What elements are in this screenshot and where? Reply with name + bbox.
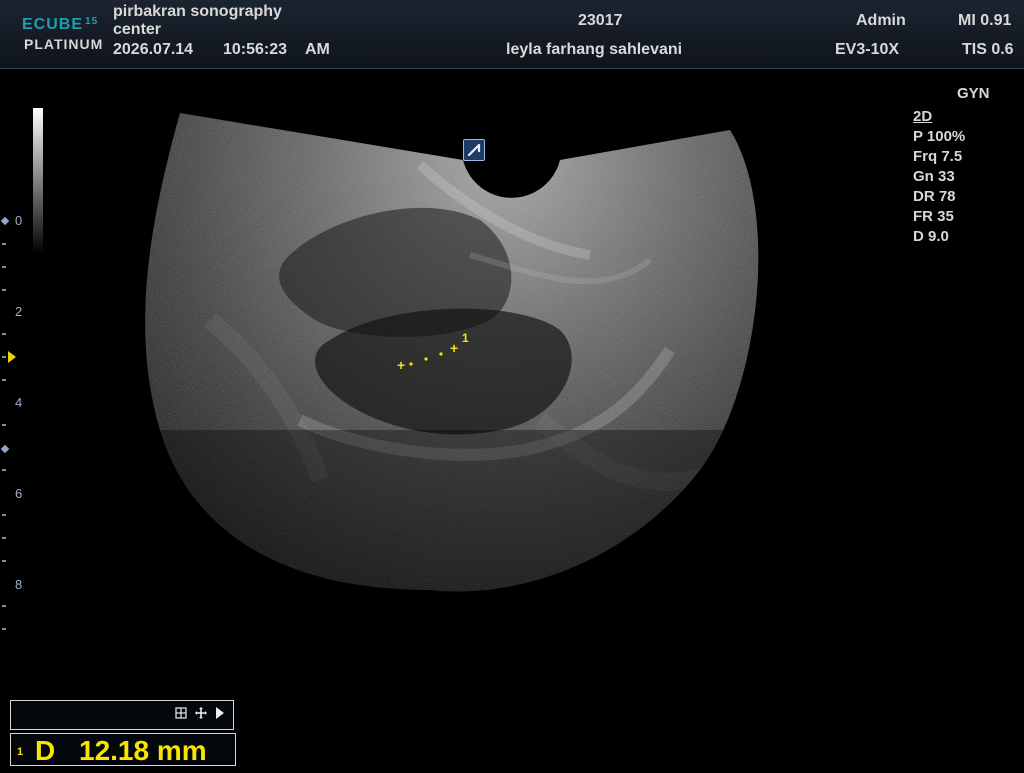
- measurement-index: 1: [17, 746, 24, 758]
- param-power: P 100%: [913, 128, 966, 145]
- mode-label: 2D: [913, 108, 933, 125]
- preset-label: GYN: [957, 85, 990, 102]
- exam-date: 2026.07.14: [113, 41, 194, 58]
- grid-glyph: [175, 707, 187, 719]
- svg-text:+: +: [450, 340, 458, 356]
- patient-id: 23017: [578, 12, 623, 29]
- move-icon[interactable]: [195, 707, 207, 719]
- depth-tick: [2, 379, 6, 381]
- mechanical-index: MI 0.91: [958, 12, 1012, 29]
- probe-orientation-icon: [463, 139, 485, 161]
- brand-number: 15: [85, 16, 99, 27]
- patient-name: leyla farhang sahlevani: [506, 41, 683, 58]
- param-gain: Gn 33: [913, 168, 955, 185]
- svg-text:+: +: [397, 357, 405, 373]
- focus-marker-icon[interactable]: [8, 351, 16, 363]
- operator-name: Admin: [856, 12, 906, 29]
- header-bar: ECUBE 15 PLATINUM pirbakran sonography ce…: [0, 0, 1024, 69]
- depth-tick: [2, 266, 6, 268]
- arrow-right-glyph: [216, 707, 224, 719]
- measurement-type: D: [35, 735, 56, 766]
- probe-orientation-glyph: [467, 143, 481, 157]
- grid-icon[interactable]: [175, 707, 187, 719]
- depth-label-2: 2: [15, 304, 23, 319]
- param-depth: D 9.0: [913, 228, 949, 245]
- exam-time: 10:56:23: [223, 41, 288, 58]
- depth-tick: [2, 537, 6, 539]
- exam-ampm: AM: [305, 41, 330, 58]
- depth-tick: [2, 243, 6, 245]
- depth-tick: [2, 628, 6, 630]
- depth-tick: [2, 289, 6, 291]
- depth-tick: [2, 356, 6, 358]
- depth-marker: [0, 444, 10, 454]
- hospital-name: pirbakran sonography center: [113, 3, 282, 38]
- probe-name: EV3-10X: [835, 41, 900, 58]
- depth-scale: 0 2 4 6 8: [0, 210, 30, 630]
- brand-logo: ECUBE 15 PLATINUM: [22, 16, 106, 56]
- brand-line1: ECUBE 15: [22, 16, 98, 34]
- measurement-toolbar-icons: [175, 707, 227, 719]
- depth-marker: [0, 216, 10, 226]
- move-glyph: [195, 707, 207, 719]
- depth-tick: [2, 469, 6, 471]
- arrow-right-icon[interactable]: [215, 707, 227, 719]
- measurement-result: 1 D 12.18 mm: [10, 733, 236, 766]
- brand-name: ECUBE: [22, 16, 84, 33]
- param-dynamic-range: DR 78: [913, 188, 956, 205]
- depth-tick: [2, 424, 6, 426]
- brand-line2: PLATINUM: [24, 36, 104, 52]
- depth-tick: [2, 333, 6, 335]
- thermal-index: TIS 0.6: [962, 41, 1014, 58]
- depth-label-4: 4: [15, 395, 23, 410]
- param-frequency: Frq 7.5: [913, 148, 963, 165]
- depth-tick: [2, 514, 6, 516]
- depth-tick: [2, 560, 6, 562]
- grayscale-bar: [33, 108, 43, 254]
- depth-label-6: 6: [15, 486, 23, 501]
- ultrasound-fan: + +: [145, 113, 759, 592]
- measurement-toolbar: [10, 700, 234, 730]
- ultrasound-image: + + 1: [0, 0, 1024, 768]
- depth-label-0: 0: [15, 213, 23, 228]
- measurement-value: 12.18 mm: [79, 735, 207, 766]
- param-frame-rate: FR 35: [913, 208, 954, 225]
- caliper-measurement-line: + +: [397, 340, 458, 373]
- depth-tick: [2, 605, 6, 607]
- caliper-index-label: 1: [462, 331, 469, 345]
- depth-label-8: 8: [15, 577, 23, 592]
